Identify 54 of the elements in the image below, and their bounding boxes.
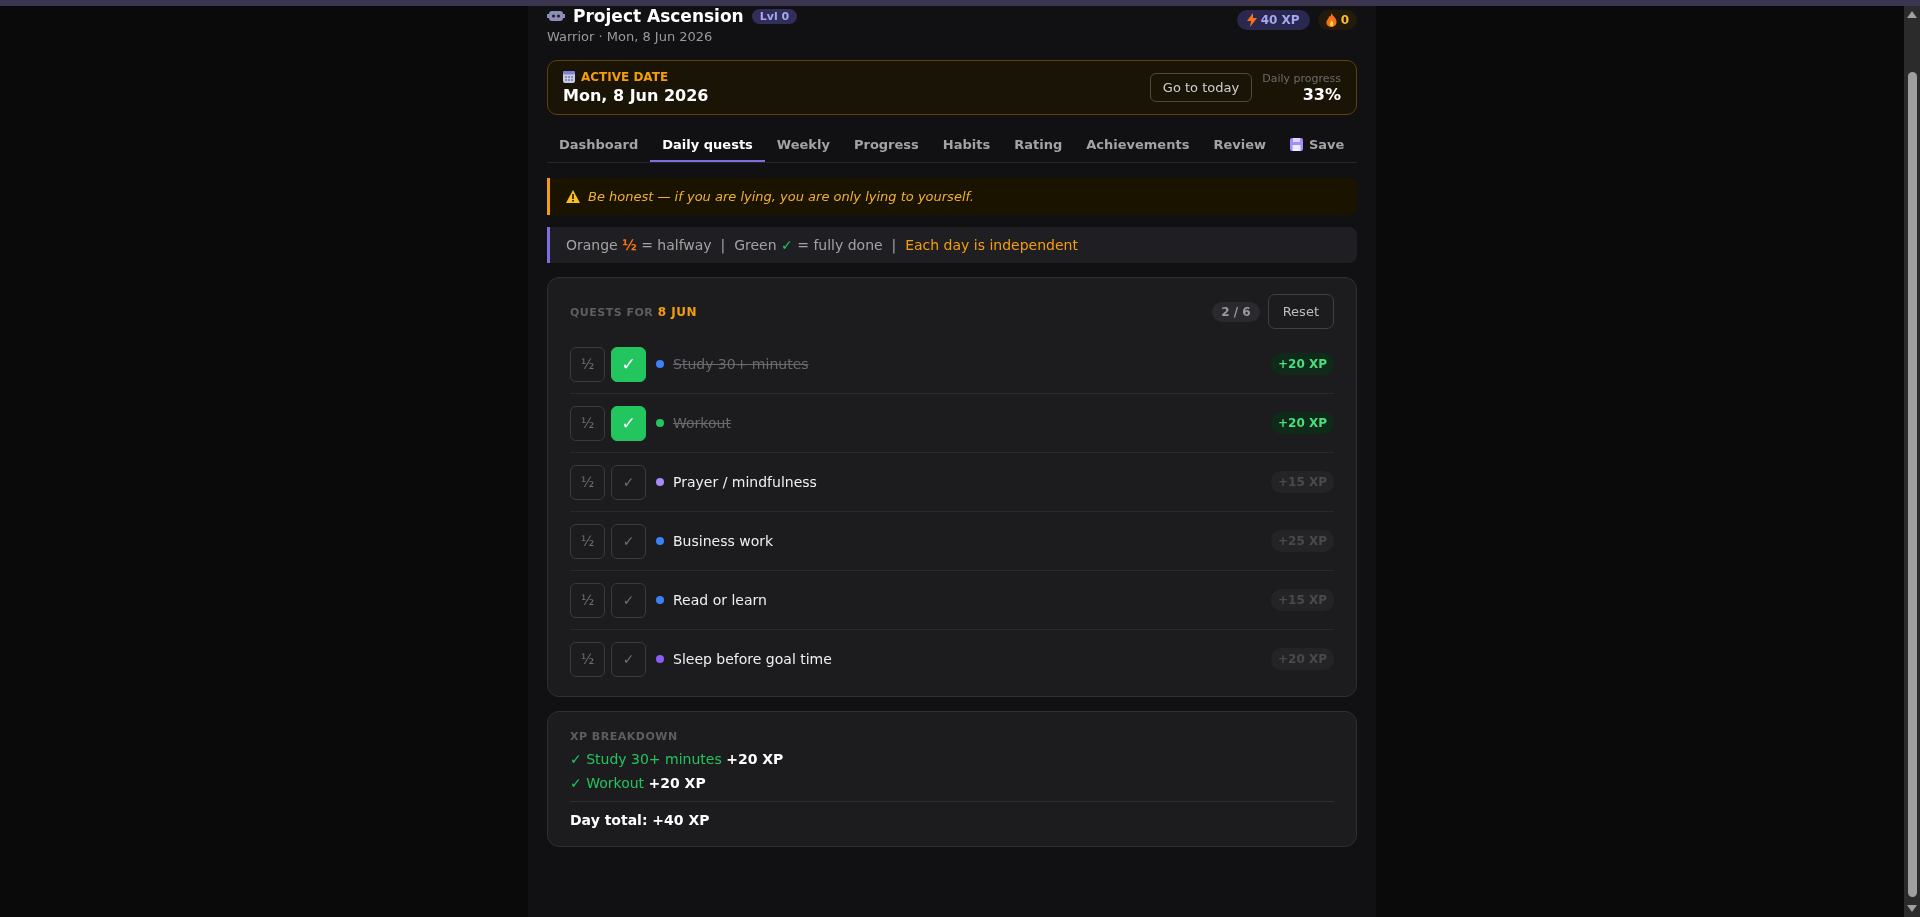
tab[interactable]: Achievements [1074,129,1202,162]
tab[interactable]: Save [1277,129,1357,162]
quest-name: Workout [673,415,732,431]
xp-reward-badge: +20 XP [1271,412,1334,434]
done-checkbox[interactable]: ✓ [611,641,646,677]
scrollbar[interactable] [1904,6,1920,917]
app-title: Project Ascension [573,6,744,26]
go-to-today-button[interactable]: Go to today [1149,73,1253,102]
tab[interactable]: Weekly [764,129,842,162]
done-checkbox[interactable]: ✓ [611,464,646,500]
warning-icon [566,190,580,203]
half-done-toggle[interactable]: ½ [570,582,605,618]
progress-label: Daily progress [1262,71,1341,85]
breakdown-line: ✓ Workout +20 XP [570,775,707,791]
breakdown-heading: XP BREAKDOWN [570,730,679,743]
reset-button[interactable]: Reset [1267,294,1334,329]
progress-value: 33% [1301,84,1341,104]
streak-badge: 0 [1317,10,1357,30]
subtitle: Warrior · Mon, 8 Jun 2026 [547,29,714,44]
xp-badge: 40 XP [1236,10,1310,30]
done-checkbox[interactable]: ✓ [611,405,646,441]
quest-name: Study 30+ minutes [673,356,810,372]
tab[interactable]: Habits [930,129,1003,162]
half-done-toggle[interactable]: ½ [570,523,605,559]
legend-text: Orange ½ = halfway | Green ✓ = fully done | Each day is independent [566,237,1079,253]
tab[interactable]: Rating [1002,129,1075,162]
level-badge: Lvl 0 [751,8,798,24]
tab[interactable]: Review [1201,129,1278,162]
xp-reward-badge: +20 XP [1271,353,1334,375]
active-date-label: ACTIVE DATE [581,70,669,84]
quest-name: Read or learn [673,592,768,608]
tab[interactable]: Dashboard [547,129,651,162]
day-total: Day total: +40 XP [570,801,1334,828]
breakdown-line: ✓ Study 30+ minutes +20 XP [570,751,785,767]
tab[interactable]: Progress [841,129,931,162]
tab[interactable]: Daily quests [650,129,765,162]
quest-name: Business work [673,533,775,549]
warning-text: Be honest — if you are lying, you are only lying to yourself. [588,189,974,204]
robot-icon [547,8,565,24]
done-checkbox[interactable]: ✓ [611,523,646,559]
quest-count-badge: 2 / 6 [1212,301,1260,322]
half-done-toggle[interactable]: ½ [570,405,605,441]
half-done-toggle[interactable]: ½ [570,464,605,500]
half-done-toggle[interactable]: ½ [570,641,605,677]
lightning-icon [1246,13,1257,27]
half-done-toggle[interactable]: ½ [570,346,605,382]
flame-icon [1325,13,1337,27]
done-checkbox[interactable]: ✓ [611,582,646,618]
calendar-icon [563,71,575,83]
quest-name: Sleep before goal time [673,651,833,667]
quest-name: Prayer / mindfulness [673,474,818,490]
active-date: Mon, 8 Jun 2026 [563,86,709,105]
quests-heading: QUESTS FOR 8 JUN [570,304,697,319]
done-checkbox[interactable]: ✓ [611,346,646,382]
